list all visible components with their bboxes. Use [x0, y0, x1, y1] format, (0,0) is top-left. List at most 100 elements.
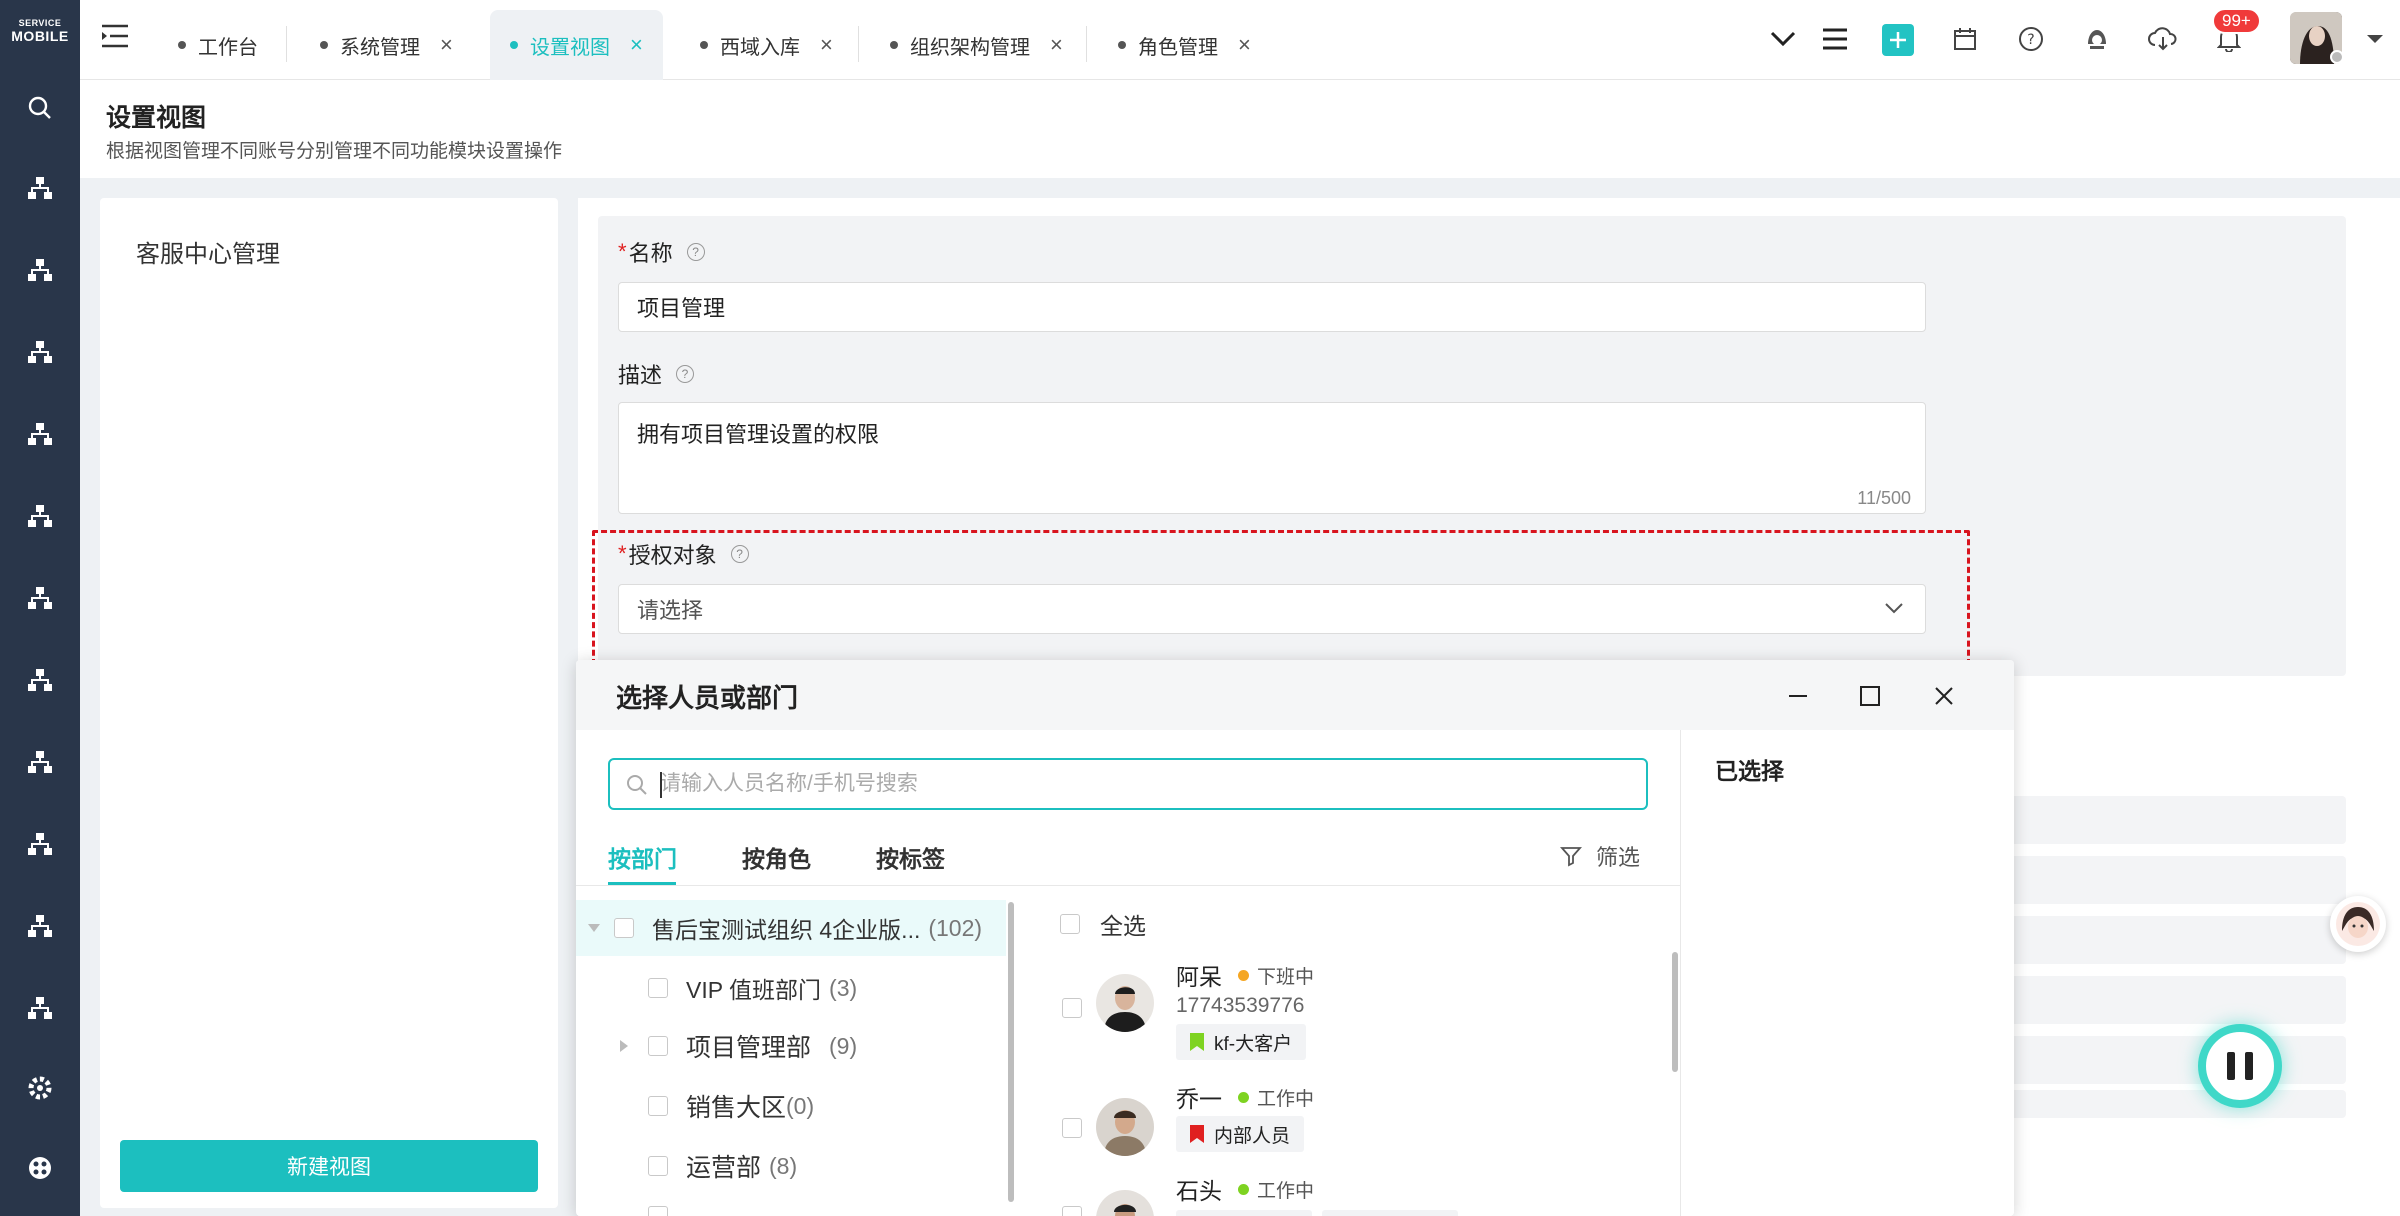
- modal-header: 选择人员或部门: [576, 660, 2014, 730]
- page-title: 设置视图: [106, 104, 207, 132]
- modal-title: 选择人员或部门: [616, 683, 799, 713]
- menu-collapse-icon[interactable]: [100, 22, 134, 56]
- checkbox[interactable]: [1062, 998, 1082, 1018]
- tree-item-root[interactable]: 售后宝测试组织 4企业版... (102): [576, 900, 1006, 956]
- presence-dot: [2330, 50, 2344, 64]
- service-icon[interactable]: [2078, 20, 2116, 58]
- close-icon[interactable]: ×: [820, 32, 833, 58]
- org-tree-icon[interactable]: [22, 170, 58, 206]
- close-icon[interactable]: ×: [630, 32, 643, 58]
- close-icon[interactable]: ×: [440, 32, 453, 58]
- expand-icon[interactable]: [588, 924, 600, 932]
- expand-icon[interactable]: [620, 1040, 628, 1052]
- org-tree-icon[interactable]: [22, 252, 58, 288]
- cloud-icon[interactable]: [2144, 20, 2182, 58]
- pause-button[interactable]: [2198, 1024, 2282, 1108]
- tab-by-role[interactable]: 按角色: [742, 840, 811, 874]
- filter-icon: [1560, 847, 1582, 867]
- help-icon[interactable]: ?: [2012, 20, 2050, 58]
- select-all-row[interactable]: 全选: [1046, 896, 1646, 952]
- search-icon: [627, 775, 647, 795]
- view-item-customer-service[interactable]: 客服中心管理: [136, 234, 280, 269]
- org-tree-icon[interactable]: [22, 416, 58, 452]
- person-row[interactable]: 乔一 工作中 内部人员: [1046, 1078, 1666, 1170]
- apps-icon[interactable]: [22, 1150, 58, 1186]
- checkbox[interactable]: [1062, 1118, 1082, 1138]
- filter-button[interactable]: 筛选: [1560, 840, 1640, 872]
- page-subtitle: 根据视图管理不同账号分别管理不同功能模块设置操作: [106, 141, 563, 162]
- tab-org-structure[interactable]: 组织架构管理 ×: [870, 10, 1083, 80]
- org-tree-icon[interactable]: [22, 826, 58, 862]
- close-icon[interactable]: [1924, 676, 1964, 716]
- minimize-icon[interactable]: [1778, 676, 1818, 716]
- assistant-avatar[interactable]: [2330, 896, 2386, 952]
- tab-role-management[interactable]: 角色管理 ×: [1098, 10, 1271, 80]
- person-tag: kf-大客户: [1176, 1024, 1307, 1060]
- tab-settings-view[interactable]: 设置视图 ×: [490, 10, 663, 80]
- checkbox[interactable]: [648, 1096, 668, 1116]
- left-rail: SERVICE MOBILE: [0, 0, 80, 1216]
- svg-text:?: ?: [2027, 32, 2034, 48]
- view-list-panel: 客服中心管理 新建视图: [100, 198, 558, 1208]
- description-textarea[interactable]: 拥有项目管理设置的权限 11/500: [618, 402, 1926, 514]
- org-tree-icon[interactable]: [22, 744, 58, 780]
- tab-system-management[interactable]: 系统管理 ×: [300, 10, 473, 80]
- search-icon[interactable]: [22, 90, 58, 126]
- maximize-icon[interactable]: [1850, 676, 1890, 716]
- tree-item-vip[interactable]: VIP 值班部门 (3): [576, 960, 1006, 1016]
- tree-scrollbar[interactable]: [1008, 902, 1014, 1202]
- chevron-down-icon[interactable]: [2356, 20, 2394, 58]
- org-tree-icon[interactable]: [22, 334, 58, 370]
- tree-item-sales[interactable]: 销售大区 (0): [576, 1078, 1006, 1134]
- pause-icon: [2227, 1052, 2235, 1080]
- tab-xiyu-inbound[interactable]: 西域入库 ×: [680, 10, 853, 80]
- person-tag: 内部人员: [1176, 1116, 1305, 1152]
- org-tree-icon[interactable]: [22, 580, 58, 616]
- highlight-box: [592, 530, 1970, 665]
- checkbox[interactable]: [648, 1156, 668, 1176]
- org-tree-icon[interactable]: [22, 498, 58, 534]
- chevron-down-icon[interactable]: [1764, 20, 1802, 58]
- description-label: 描述?: [618, 358, 695, 390]
- app-logo[interactable]: SERVICE MOBILE: [6, 18, 74, 58]
- person-row[interactable]: 石头 工作中: [1046, 1170, 1666, 1216]
- org-tree-icon[interactable]: [22, 908, 58, 944]
- tab-by-tag[interactable]: 按标签: [876, 840, 945, 874]
- status-badge: 下班中: [1238, 962, 1314, 989]
- list-icon[interactable]: [1816, 20, 1854, 58]
- flag-icon: [1190, 1125, 1204, 1143]
- help-icon[interactable]: ?: [676, 365, 695, 383]
- page-header: 设置视图 根据视图管理不同账号分别管理不同功能模块设置操作: [80, 80, 2400, 178]
- tree-item-project[interactable]: 项目管理部 (9): [576, 1018, 1006, 1074]
- checkbox[interactable]: [648, 978, 668, 998]
- notification-badge: 99+: [2212, 8, 2261, 34]
- tab-by-department[interactable]: 按部门: [608, 840, 677, 874]
- people-scrollbar[interactable]: [1672, 952, 1678, 1072]
- name-input[interactable]: 项目管理: [618, 282, 1926, 332]
- help-icon[interactable]: ?: [686, 243, 705, 261]
- status-badge: 工作中: [1238, 1084, 1314, 1111]
- tab-workbench[interactable]: 工作台: [158, 10, 278, 80]
- select-all-checkbox[interactable]: [1060, 914, 1080, 934]
- add-icon[interactable]: [1882, 24, 1914, 56]
- new-view-button[interactable]: 新建视图: [120, 1140, 538, 1192]
- close-icon[interactable]: ×: [1238, 32, 1251, 58]
- char-counter: 11/500: [1857, 488, 1911, 508]
- selected-pane: 已选择: [1680, 730, 2014, 1216]
- select-person-modal: 选择人员或部门 按部门 按角色 按标签 筛选 售后宝测试组织 4企业版... (…: [576, 660, 2014, 1216]
- org-tree-icon[interactable]: [22, 662, 58, 698]
- calendar-icon[interactable]: [1946, 20, 1984, 58]
- person-row[interactable]: 阿呆 下班中 17743539776 kf-大客户: [1046, 956, 1666, 1076]
- person-search-input[interactable]: [660, 772, 1620, 796]
- flag-icon: [1190, 1033, 1204, 1051]
- gear-icon[interactable]: [22, 1070, 58, 1106]
- checkbox[interactable]: [614, 918, 634, 938]
- person-avatar: [1096, 1190, 1154, 1216]
- checkbox[interactable]: [648, 1036, 668, 1056]
- checkbox[interactable]: [1062, 1206, 1082, 1216]
- org-tree-icon[interactable]: [22, 990, 58, 1026]
- tree-item-operations[interactable]: 运营部 (8): [576, 1138, 1006, 1194]
- close-icon[interactable]: ×: [1050, 32, 1063, 58]
- selected-title: 已选择: [1715, 758, 1784, 784]
- person-search-box[interactable]: [608, 758, 1648, 810]
